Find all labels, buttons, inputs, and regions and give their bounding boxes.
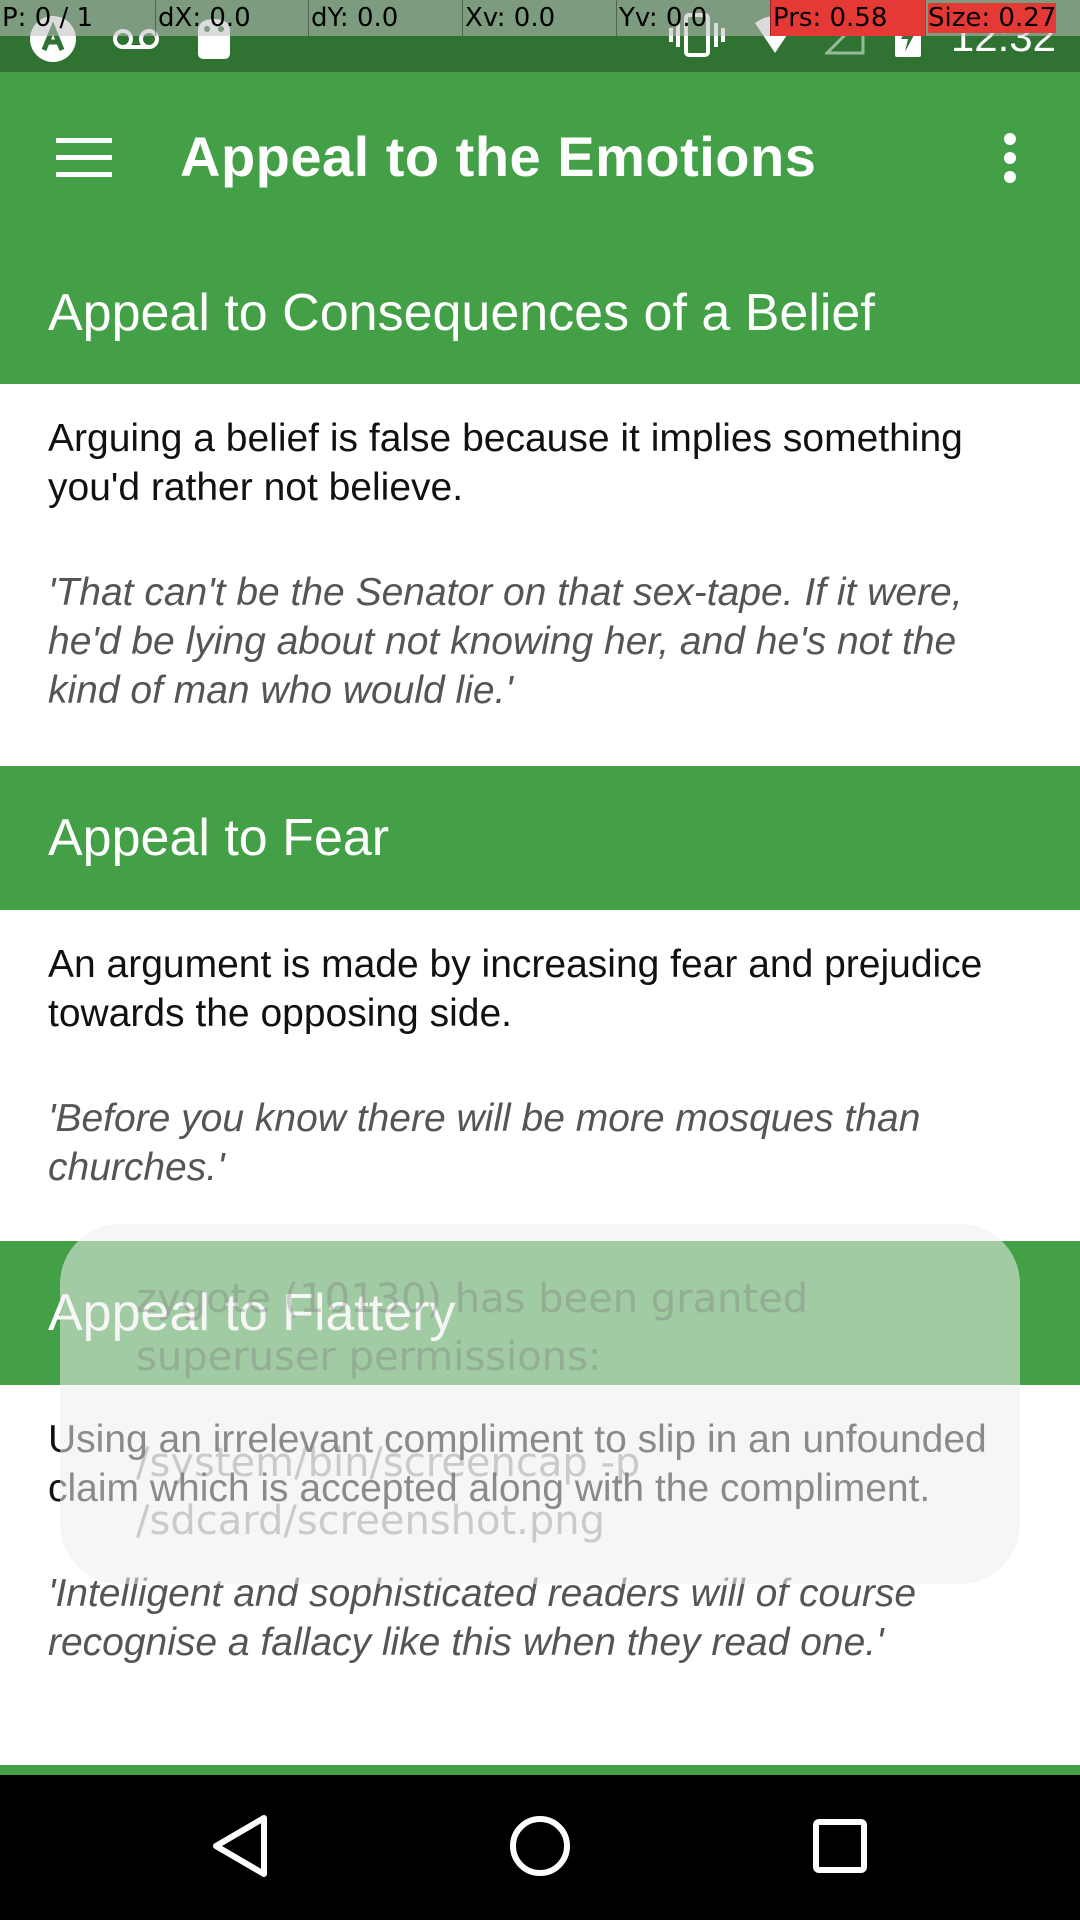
navigation-drawer-button[interactable] [36,112,132,208]
pointer-dy: dY: 0.0 [308,0,462,36]
hamburger-menu-icon [54,136,114,184]
home-button[interactable] [480,1788,600,1908]
fallacy-example: 'Intelligent and sophisticated readers w… [48,1572,917,1664]
status-bar: P: 0 / 1 dX: 0.0 dY: 0.0 Xv: 0.0 Yv: 0.0… [0,0,1080,72]
page-title: Appeal to the Emotions [180,125,817,188]
fallacy-header[interactable]: Appeal to Consequences of a Belief [0,242,1080,384]
fallacy-header[interactable]: Appeal to Fear [0,766,1080,910]
home-circle-icon [508,1814,572,1882]
fallacy-body: Using an irrelevant compliment to slip i… [0,1385,1080,1765]
fallacy-list[interactable]: Appeal to Consequences of a Belief Argui… [0,242,1080,1775]
fallacy-header[interactable]: Appeal to Flattery [0,1241,1080,1385]
fallacy-body: An argument is made by increasing fear a… [0,910,1080,1241]
fallacy-definition: Using an irrelevant compliment to slip i… [48,1418,987,1510]
overflow-menu-button[interactable] [980,112,1040,208]
fallacy-body: Arguing a belief is false because it imp… [0,384,1080,766]
fallacy-example: 'Before you know there will be more mosq… [48,1097,921,1189]
pointer-count: P: 0 / 1 [2,3,94,33]
app-bar: Appeal to the Emotions [0,72,1080,242]
pointer-pressure: Prs: 0.58 [770,0,925,36]
back-triangle-icon [210,1814,270,1882]
recents-button[interactable] [780,1788,900,1908]
pointer-size: Size: 0.27 [925,0,1080,36]
fallacy-definition: Arguing a belief is false because it imp… [48,417,963,509]
navigation-bar [0,1775,1080,1920]
recents-square-icon [812,1818,868,1878]
back-button[interactable] [180,1788,300,1908]
more-vertical-icon [1002,132,1018,188]
screen: P: 0 / 1 dX: 0.0 dY: 0.0 Xv: 0.0 Yv: 0.0… [0,0,1080,1920]
pointer-yv: Yv: 0.0 [616,0,770,36]
fallacy-definition: An argument is made by increasing fear a… [48,943,983,1035]
pointer-location-overlay: P: 0 / 1 dX: 0.0 dY: 0.0 Xv: 0.0 Yv: 0.0… [0,0,1080,36]
pointer-xv: Xv: 0.0 [462,0,616,36]
pointer-dx: dX: 0.0 [155,0,308,36]
next-fallacy-header-peek[interactable] [0,1765,1080,1775]
fallacy-example: 'That can't be the Senator on that sex-t… [48,571,963,712]
